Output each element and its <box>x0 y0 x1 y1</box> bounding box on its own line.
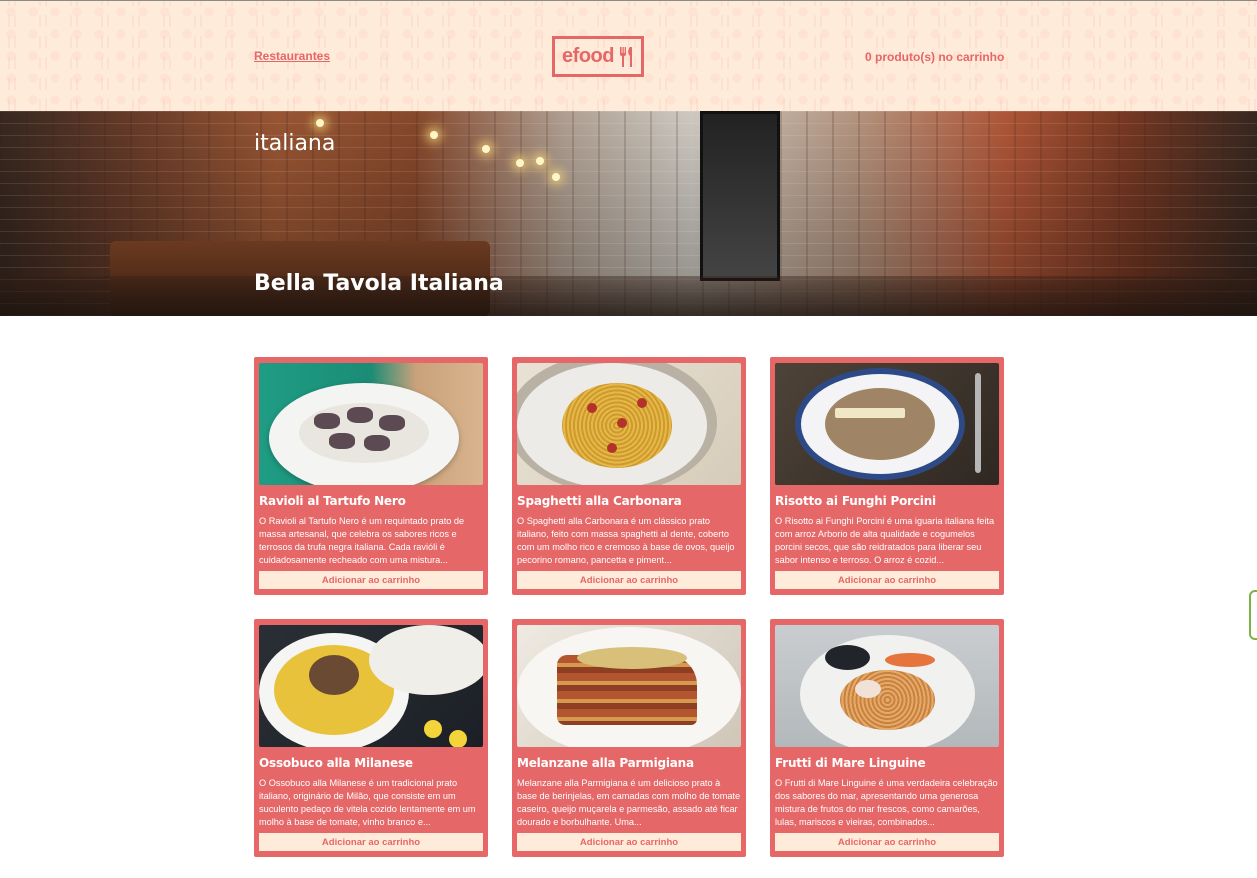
product-card: Melanzane alla Parmigiana Melanzane alla… <box>512 619 746 857</box>
product-description: O Spaghetti alla Carbonara é um clássico… <box>517 516 735 565</box>
lamp-icon <box>536 157 544 165</box>
lamp-icon <box>316 119 324 127</box>
product-card: Ravioli al Tartufo Nero O Ravioli al Tar… <box>254 357 488 595</box>
product-description: O Ravioli al Tartufo Nero é um requintad… <box>259 516 465 565</box>
restaurant-name: Bella Tavola Italiana <box>254 271 504 296</box>
ravioli-dish-image <box>259 363 483 485</box>
product-title: Ossobuco alla Milanese <box>259 756 413 770</box>
lamp-icon <box>516 159 524 167</box>
product-grid: Ravioli al Tartufo Nero O Ravioli al Tar… <box>254 357 1004 857</box>
lamp-icon <box>482 145 490 153</box>
product-description: O Frutti di Mare Linguine é uma verdadei… <box>775 778 998 827</box>
add-to-cart-button[interactable]: Adicionar ao carrinho <box>259 833 483 851</box>
restaurant-page: Restaurantes efood 0 produto(s) no carri… <box>0 0 1257 878</box>
add-to-cart-button[interactable]: Adicionar ao carrinho <box>775 571 999 589</box>
add-to-cart-button[interactable]: Adicionar ao carrinho <box>517 571 741 589</box>
restaurant-banner: italiana Bella Tavola Italiana <box>0 111 1257 316</box>
product-card: Frutti di Mare Linguine O Frutti di Mare… <box>770 619 1004 857</box>
banner-window <box>700 111 780 281</box>
banner-tables <box>0 276 1257 316</box>
logo-text: efood <box>562 45 614 67</box>
seafood-linguine-dish-image <box>775 625 999 747</box>
efood-logo[interactable]: efood <box>552 36 644 77</box>
risotto-dish-image <box>775 363 999 485</box>
side-widget-tab[interactable] <box>1249 590 1257 640</box>
product-description: O Ossobuco alla Milanese é um tradiciona… <box>259 778 476 827</box>
product-title: Ravioli al Tartufo Nero <box>259 494 406 508</box>
product-title: Spaghetti alla Carbonara <box>517 494 682 508</box>
cuisine-label: italiana <box>254 131 336 156</box>
product-card: Risotto ai Funghi Porcini O Risotto ai F… <box>770 357 1004 595</box>
lamp-icon <box>430 131 438 139</box>
product-description: Melanzane alla Parmigiana é um delicioso… <box>517 778 741 827</box>
restaurants-link[interactable]: Restaurantes <box>254 49 330 63</box>
add-to-cart-button[interactable]: Adicionar ao carrinho <box>775 833 999 851</box>
lamp-icon <box>552 173 560 181</box>
product-card: Spaghetti alla Carbonara O Spaghetti all… <box>512 357 746 595</box>
cart-count[interactable]: 0 produto(s) no carrinho <box>865 50 1004 64</box>
product-description: O Risotto ai Funghi Porcini é uma iguari… <box>775 516 995 565</box>
ossobuco-dish-image <box>259 625 483 747</box>
product-title: Frutti di Mare Linguine <box>775 756 926 770</box>
add-to-cart-button[interactable]: Adicionar ao carrinho <box>259 571 483 589</box>
header: Restaurantes efood 0 produto(s) no carri… <box>0 0 1257 111</box>
cutlery-icon <box>619 46 632 67</box>
spaghetti-dish-image <box>517 363 741 485</box>
product-title: Risotto ai Funghi Porcini <box>775 494 936 508</box>
product-card: Ossobuco alla Milanese O Ossobuco alla M… <box>254 619 488 857</box>
product-title: Melanzane alla Parmigiana <box>517 756 694 770</box>
add-to-cart-button[interactable]: Adicionar ao carrinho <box>517 833 741 851</box>
parmigiana-dish-image <box>517 625 741 747</box>
